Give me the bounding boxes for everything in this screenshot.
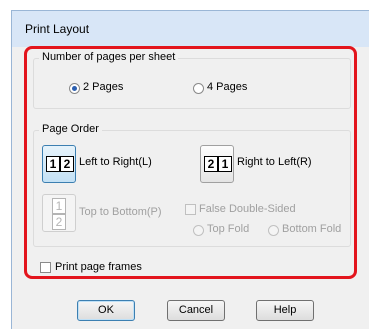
cancel-button[interactable]: Cancel — [167, 300, 225, 321]
help-button[interactable]: Help — [256, 300, 314, 321]
highlight-frame — [24, 46, 357, 279]
ok-button[interactable]: OK — [77, 300, 135, 321]
title-bar: Print Layout — [12, 11, 369, 47]
dialog-title: Print Layout — [25, 22, 90, 36]
